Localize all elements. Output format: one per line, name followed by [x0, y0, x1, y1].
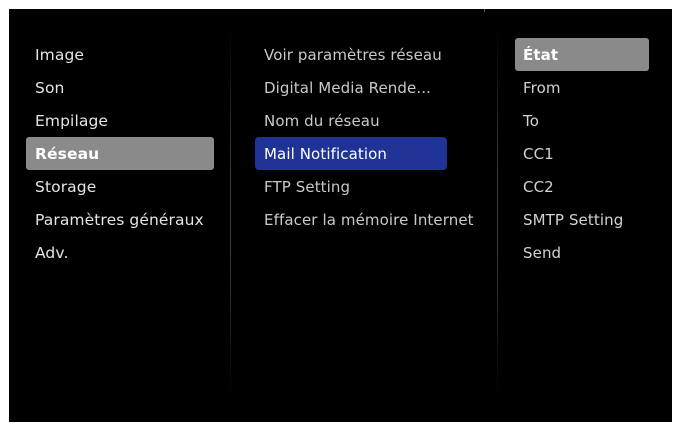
menu-item-image[interactable]: Image: [26, 38, 214, 71]
option-item-etat[interactable]: État: [515, 38, 649, 71]
option-item-send[interactable]: Send: [515, 236, 649, 269]
menu-item-reseau[interactable]: Réseau: [26, 137, 214, 170]
column-divider: [230, 27, 231, 395]
option-item-from[interactable]: From: [515, 71, 649, 104]
submenu-item-effacer-memoire-internet[interactable]: Effacer la mémoire Internet: [255, 203, 481, 236]
option-item-cc2[interactable]: CC2: [515, 170, 649, 203]
submenu-item-voir-parametres-reseau[interactable]: Voir paramètres réseau: [255, 38, 481, 71]
menu-item-parametres-generaux[interactable]: Paramètres généraux: [26, 203, 214, 236]
panel-top-marker: [484, 9, 485, 12]
main-menu-list: Image Son Empilage Réseau Storage Paramè…: [26, 38, 214, 269]
submenu-item-mail-notification[interactable]: Mail Notification: [255, 137, 447, 170]
menu-item-empilage[interactable]: Empilage: [26, 104, 214, 137]
mail-notification-options-list: État From To CC1 CC2 SMTP Setting Send: [515, 38, 649, 269]
menu-item-adv[interactable]: Adv.: [26, 236, 214, 269]
column-divider: [497, 27, 498, 395]
option-item-cc1[interactable]: CC1: [515, 137, 649, 170]
submenu-item-nom-du-reseau[interactable]: Nom du réseau: [255, 104, 481, 137]
menu-item-storage[interactable]: Storage: [26, 170, 214, 203]
option-item-smtp-setting[interactable]: SMTP Setting: [515, 203, 649, 236]
network-submenu-list: Voir paramètres réseau Digital Media Ren…: [255, 38, 481, 236]
option-item-to[interactable]: To: [515, 104, 649, 137]
menu-item-son[interactable]: Son: [26, 71, 214, 104]
submenu-item-ftp-setting[interactable]: FTP Setting: [255, 170, 481, 203]
submenu-item-digital-media-renderer[interactable]: Digital Media Rende...: [255, 71, 481, 104]
